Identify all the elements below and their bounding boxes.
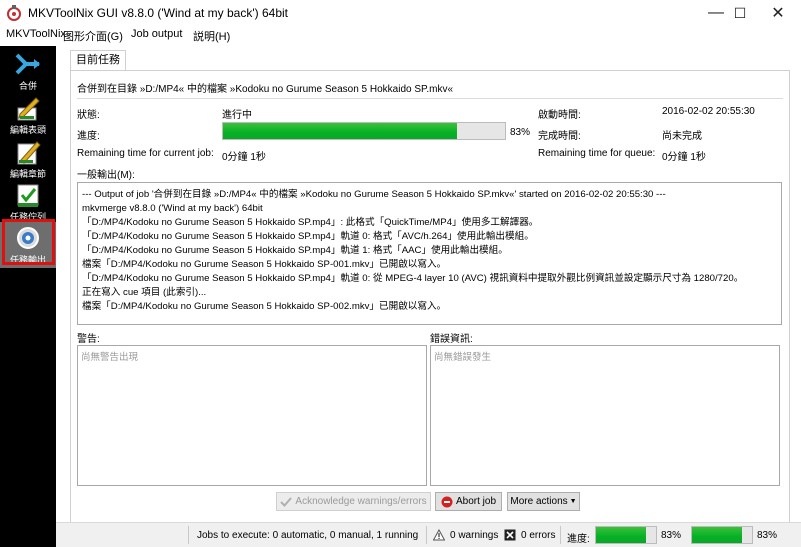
menu-gui[interactable]: 图形介面(G) [63,28,123,44]
menu-job-output[interactable]: Job output [131,28,182,40]
output-line: --- Output of job '合併到在目錄 »D:/MP4« 中的檔案 … [82,189,666,200]
output-line: 正在寫入 cue 項目 (此索引)... [82,287,207,298]
output-line: 「D:/MP4/Kodoku no Gurume Season 5 Hokkai… [82,273,744,284]
start-time-value: 2016-02-02 20:55:30 [662,106,755,117]
main-content: 目前任務 合併到在目錄 »D:/MP4« 中的檔案 »Kodoku no Gur… [70,50,790,539]
selection-highlight-box [2,219,55,265]
remaining-queue-value: 0分鐘 1秒 [662,152,706,163]
progress-fill [596,527,646,543]
more-actions-button[interactable]: More actions ▼ [507,492,580,511]
warnings-textbox[interactable]: 尚無警告出現 [77,345,427,486]
statusbar-progress-bar-current [595,526,657,544]
status-label: 狀態: [77,110,100,121]
statusbar-progress-bar-total [691,526,753,544]
header-edit-icon [17,97,40,121]
finish-time-label: 完成時間: [538,131,581,142]
errors-label: 錯誤資訊: [430,334,473,345]
sidebar: 合併 編輯表頭 編輯章節 任務佇列 任務輸出 [0,46,56,547]
divider [77,98,783,99]
output-line: 「D:/MP4/Kodoku no Gurume Season 5 Hokkai… [82,231,534,242]
progress-fill [223,123,458,139]
separator [188,526,189,544]
check-icon [280,496,293,507]
output-textbox[interactable]: --- Output of job '合併到在目錄 »D:/MP4« 中的檔案 … [77,182,782,325]
statusbar-progress-current-text: 83% [661,530,682,541]
separator [560,526,561,544]
menu-bar: MKVToolNix 图形介面(G) Job output 説明(H) [0,26,801,44]
error-icon[interactable] [504,529,516,541]
status-bar: Jobs to execute: 0 automatic, 0 manual, … [56,522,801,547]
sidebar-item-chapter-editor[interactable]: 編輯章節 [0,136,56,182]
output-line: 「D:/MP4/Kodoku no Gurume Season 5 Hokkai… [82,245,508,256]
sidebar-item-merge[interactable]: 合併 [0,48,56,94]
progress-fill [692,527,742,543]
menu-mkvtoolnix[interactable]: MKVToolNix [6,28,66,40]
progress-label: 進度: [77,131,100,142]
jobs-to-execute: Jobs to execute: 0 automatic, 0 manual, … [197,530,419,541]
chevron-down-icon: ▼ [569,498,577,505]
status-value: 進行中 [222,110,252,121]
statusbar-progress-total-text: 83% [757,530,778,541]
sidebar-item-header-editor[interactable]: 編輯表頭 [0,92,56,138]
warning-icon[interactable] [433,529,445,541]
tab-current-job[interactable]: 目前任務 [70,50,126,70]
sidebar-item-label: 編輯表頭 [9,125,46,135]
current-job-panel: 合併到在目錄 »D:/MP4« 中的檔案 »Kodoku no Gurume S… [70,70,790,539]
title-bar: MKVToolNix GUI v8.8.0 ('Wind at my back'… [0,0,801,26]
remaining-job-label: Remaining time for current job: [77,148,214,159]
errors-placeholder: 尚無錯誤發生 [434,352,492,363]
output-line: 檔案「D:/MP4/Kodoku no Gurume Season 5 Hokk… [82,301,447,312]
warnings-label: 警告: [77,334,100,345]
errors-textbox[interactable]: 尚無錯誤發生 [430,345,780,486]
sidebar-item-label: 合併 [18,81,37,91]
close-button[interactable]: ✕ [755,0,801,26]
mkvtoolnix-app-icon [7,5,21,21]
abort-job-button[interactable]: Abort job [435,492,502,511]
job-description: 合併到在目錄 »D:/MP4« 中的檔案 »Kodoku no Gurume S… [77,84,454,95]
window-title: MKVToolNix GUI v8.8.0 ('Wind at my back'… [28,6,288,20]
output-line: mkvmerge v8.8.0 ('Wind at my back') 64bi… [82,203,263,214]
job-queue-icon [17,184,39,207]
progress-percent: 83% [510,127,531,138]
finish-time-value: 尚未完成 [662,131,702,142]
menu-help[interactable]: 説明(H) [193,28,230,44]
remaining-job-value: 0分鐘 1秒 [222,152,266,163]
stop-icon [441,496,453,507]
start-time-label: 啟動時間: [538,110,581,121]
separator [426,526,427,544]
output-line: 檔案「D:/MP4/Kodoku no Gurume Season 5 Hokk… [82,259,447,270]
chapter-edit-icon [17,141,41,165]
errors-count[interactable]: 0 errors [521,530,555,541]
output-line: 「D:/MP4/Kodoku no Gurume Season 5 Hokkai… [82,217,539,228]
statusbar-progress-label: 進度: [567,534,590,545]
job-progress-bar [222,122,506,140]
remaining-queue-label: Remaining time for queue: [538,148,656,159]
warnings-placeholder: 尚無警告出現 [81,352,139,363]
merge-icon [15,53,40,75]
acknowledge-warnings-button[interactable]: Acknowledge warnings/errors [276,492,431,511]
output-label: 一般輸出(M): [77,170,135,181]
warnings-count[interactable]: 0 warnings [450,530,498,541]
